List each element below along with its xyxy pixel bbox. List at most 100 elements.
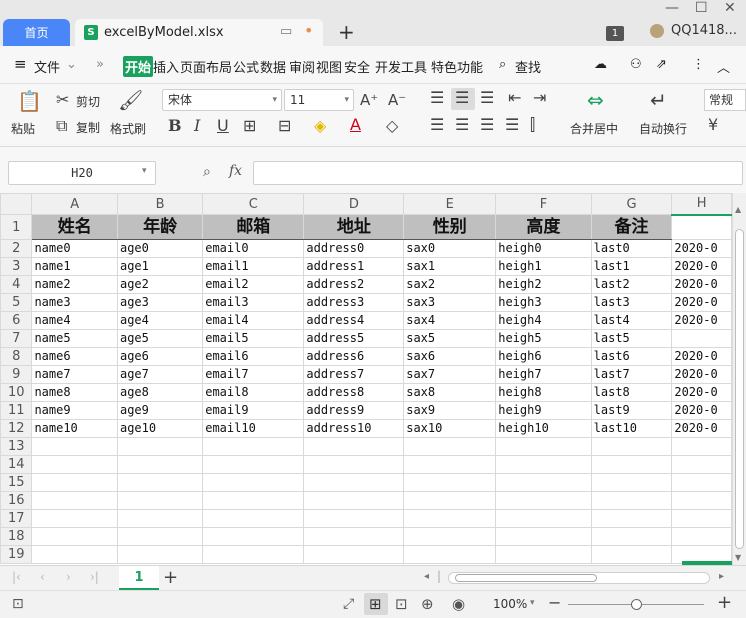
table-cell[interactable]: age4 xyxy=(116,311,204,330)
table-cell[interactable]: last7 xyxy=(590,365,673,384)
column-header[interactable]: H xyxy=(671,193,732,216)
row-header[interactable]: 19 xyxy=(0,545,33,564)
format-painter-button[interactable]: 格式刷 xyxy=(110,120,146,137)
align-right-icon[interactable]: ☰ xyxy=(480,117,494,133)
table-cell[interactable]: address8 xyxy=(303,383,405,402)
table-cell[interactable]: heigh1 xyxy=(495,257,592,276)
table-cell[interactable] xyxy=(31,491,118,510)
table-cell[interactable]: sax8 xyxy=(403,383,497,402)
scroll-down-icon[interactable]: ▼ xyxy=(735,553,741,562)
menu-home[interactable]: 开始 xyxy=(123,56,154,77)
cut-button[interactable]: 剪切 xyxy=(76,93,100,110)
cell-style-icon[interactable]: ⊟ xyxy=(278,118,291,134)
underline-icon[interactable]: U xyxy=(217,118,229,134)
table-cell[interactable]: name6 xyxy=(31,347,118,366)
format-painter-icon[interactable]: 🖌 xyxy=(118,90,143,110)
table-cell[interactable] xyxy=(590,437,673,456)
select-all-corner[interactable] xyxy=(0,193,33,215)
zoom-out-button[interactable]: − xyxy=(548,593,561,612)
table-cell[interactable]: name0 xyxy=(31,239,118,258)
column-header[interactable]: C xyxy=(202,193,305,215)
row-header[interactable]: 8 xyxy=(0,347,33,366)
table-cell[interactable]: email5 xyxy=(202,329,305,348)
table-cell[interactable] xyxy=(403,491,497,510)
menu-file[interactable]: 文件 xyxy=(34,57,60,76)
table-cell[interactable]: heigh8 xyxy=(495,383,592,402)
vertical-scroll-thumb[interactable] xyxy=(735,229,744,549)
maximize-icon[interactable]: ☐ xyxy=(695,0,708,16)
row-header[interactable]: 15 xyxy=(0,473,33,492)
justify-icon[interactable]: ☰ xyxy=(505,117,519,133)
table-cell[interactable]: heigh9 xyxy=(495,401,592,420)
new-tab-button[interactable]: + xyxy=(338,20,355,44)
header-cell[interactable]: 邮箱 xyxy=(202,214,305,240)
table-cell[interactable]: email1 xyxy=(202,257,305,276)
menu-page-layout[interactable]: 页面布局 xyxy=(180,57,232,76)
table-cell[interactable]: last10 xyxy=(590,419,673,438)
table-cell[interactable] xyxy=(590,509,673,528)
wrap-text-button[interactable]: 自动换行 xyxy=(639,120,687,137)
table-cell[interactable]: last1 xyxy=(590,257,673,276)
row-header[interactable]: 7 xyxy=(0,329,33,348)
scissors-icon[interactable]: ✂ xyxy=(56,92,69,108)
indent-increase-icon[interactable]: ⇥ xyxy=(533,90,546,106)
table-cell[interactable]: age5 xyxy=(116,329,204,348)
table-cell[interactable]: heigh10 xyxy=(495,419,592,438)
tab-document[interactable]: S excelByModel.xlsx ▭ • xyxy=(75,19,323,46)
tab-home[interactable]: 首页 xyxy=(3,19,70,46)
table-cell[interactable]: age10 xyxy=(116,419,204,438)
first-sheet-icon[interactable]: |‹ xyxy=(12,570,21,584)
align-bottom-icon[interactable]: ☰ xyxy=(480,90,494,106)
column-header[interactable]: F xyxy=(495,193,592,215)
table-cell[interactable]: sax3 xyxy=(403,293,497,312)
table-cell[interactable] xyxy=(403,509,497,528)
table-cell[interactable] xyxy=(671,455,732,474)
table-cell[interactable] xyxy=(671,491,732,510)
row-header[interactable]: 6 xyxy=(0,311,33,330)
table-cell[interactable]: sax1 xyxy=(403,257,497,276)
fullscreen-icon[interactable]: ⤢ xyxy=(343,596,354,612)
table-cell[interactable]: heigh2 xyxy=(495,275,592,294)
table-cell[interactable]: 2020-0 xyxy=(671,365,732,384)
chevron-down-icon[interactable]: ⌄ xyxy=(66,57,77,72)
table-cell[interactable]: last4 xyxy=(590,311,673,330)
table-cell[interactable] xyxy=(590,491,673,510)
table-cell[interactable] xyxy=(31,545,118,564)
table-cell[interactable]: age3 xyxy=(116,293,204,312)
table-cell[interactable] xyxy=(303,437,405,456)
column-header[interactable]: E xyxy=(403,193,497,215)
table-cell[interactable]: name8 xyxy=(31,383,118,402)
menu-formula[interactable]: 公式 xyxy=(233,57,259,76)
sheet-tab-1[interactable]: 1 xyxy=(119,566,159,590)
align-center-icon[interactable]: ☰ xyxy=(455,117,469,133)
table-cell[interactable]: age9 xyxy=(116,401,204,420)
table-cell[interactable] xyxy=(202,545,305,564)
menu-features[interactable]: 特色功能 xyxy=(431,57,483,76)
table-cell[interactable] xyxy=(31,455,118,474)
table-cell[interactable]: email8 xyxy=(202,383,305,402)
table-cell[interactable] xyxy=(202,455,305,474)
table-cell[interactable]: address3 xyxy=(303,293,405,312)
table-cell[interactable]: name2 xyxy=(31,275,118,294)
scroll-left-end-icon[interactable]: | xyxy=(437,569,441,583)
table-cell[interactable]: 2020-0 xyxy=(671,383,732,402)
row-header[interactable]: 4 xyxy=(0,275,33,294)
table-cell[interactable] xyxy=(303,545,405,564)
last-sheet-icon[interactable]: ›| xyxy=(90,570,99,584)
copy-icon[interactable]: ⧉ xyxy=(56,118,67,134)
table-cell[interactable] xyxy=(116,491,204,510)
table-cell[interactable]: email6 xyxy=(202,347,305,366)
font-shrink-icon[interactable]: A⁻ xyxy=(388,92,406,108)
table-cell[interactable]: address5 xyxy=(303,329,405,348)
table-cell[interactable]: 2020-0 xyxy=(671,275,732,294)
table-cell[interactable]: address6 xyxy=(303,347,405,366)
table-cell[interactable]: 2020-0 xyxy=(671,293,732,312)
prev-sheet-icon[interactable]: ‹ xyxy=(40,570,45,584)
column-header[interactable]: D xyxy=(303,193,405,215)
zoom-level[interactable]: 100% xyxy=(493,597,527,611)
column-header[interactable]: A xyxy=(31,193,118,215)
table-cell[interactable] xyxy=(202,527,305,546)
column-header[interactable]: B xyxy=(116,193,204,215)
table-cell[interactable]: address2 xyxy=(303,275,405,294)
table-cell[interactable]: email7 xyxy=(202,365,305,384)
